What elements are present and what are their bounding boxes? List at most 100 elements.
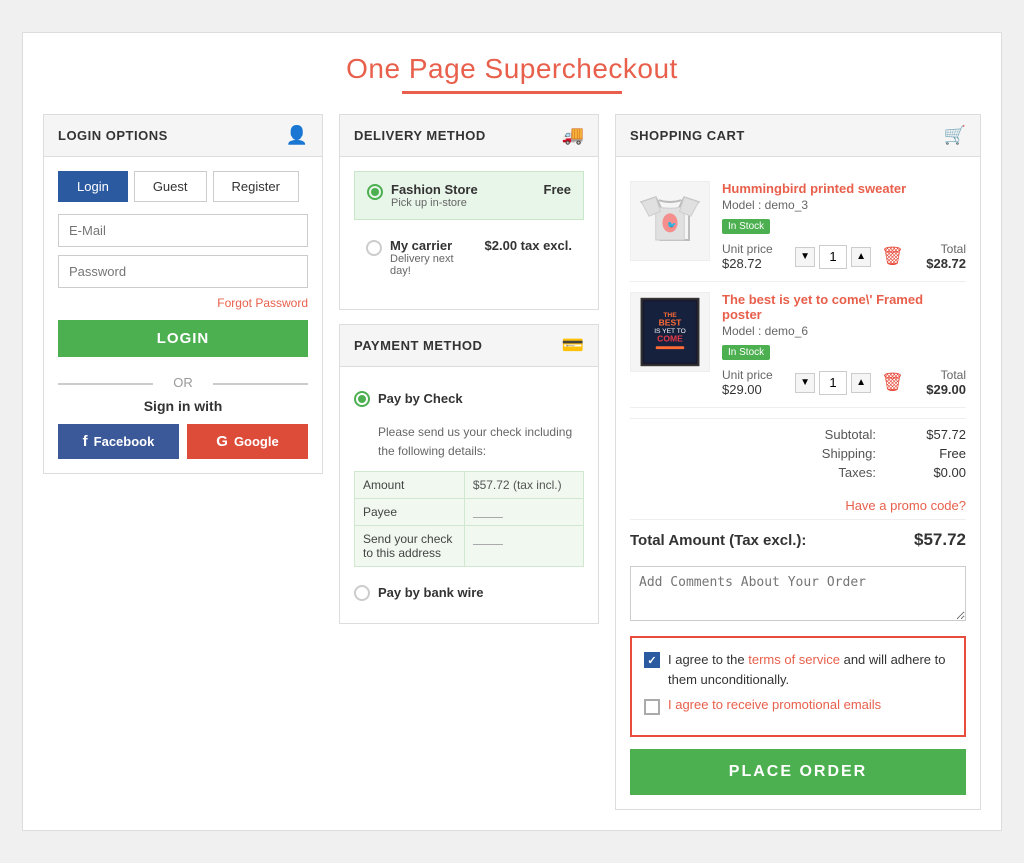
order-comments[interactable] [630,566,966,621]
delivery-info-carrier: My carrier Delivery next day! [390,238,477,277]
in-stock-badge-poster: In Stock [722,345,770,360]
truck-icon: 🚚 [562,125,584,146]
taxes-row: Taxes: $0.00 [630,465,966,480]
total-val-poster: $29.00 [926,382,966,397]
terms-of-service-row: I agree to the terms of service and will… [644,650,952,689]
delivery-panel-header: DELIVERY METHOD 🚚 [340,115,598,157]
total-label-poster: Total [926,368,966,382]
shipping-value: Free [906,446,966,461]
login-tabs: Login Guest Register [58,171,308,202]
qty-control-poster: ▼ ▲ 🗑 [795,371,904,395]
total-col-poster: Total $29.00 [926,368,966,397]
forgot-password-link[interactable]: Forgot Password [58,296,308,310]
google-icon: G [216,433,228,450]
in-stock-badge-sweater: In Stock [722,219,770,234]
cart-item-img-poster: THE BEST IS YET TO COME [630,292,710,372]
qty-up-sweater[interactable]: ▲ [851,247,871,267]
qty-control-sweater: ▼ ▲ 🗑 [795,245,904,269]
promo-email-checkbox[interactable] [644,699,660,715]
login-button[interactable]: LOGIN [58,320,308,357]
password-field[interactable] [58,255,308,288]
page-container: One Page Supercheckout LOGIN OPTIONS 👤 L… [22,32,1002,831]
sweater-image: 🐦 [632,183,708,259]
tab-guest[interactable]: Guest [134,171,207,202]
title-underline [402,91,622,94]
check-amount-label: Amount [355,472,465,499]
login-panel-title: LOGIN OPTIONS [58,128,168,143]
check-details-table: Amount $57.72 (tax incl.) Payee Send you… [354,471,584,567]
unit-price-label-sweater: Unit price [722,242,773,256]
delivery-option-fashion[interactable]: Fashion Store Pick up in-store Free [354,171,584,220]
unit-price-section-poster: Unit price $29.00 [722,368,773,397]
promo-email-row: I agree to receive promotional emails [644,697,952,715]
check-payee-label: Payee [355,499,465,526]
delivery-option-carrier[interactable]: My carrier Delivery next day! $2.00 tax … [354,228,584,287]
payment-panel-header: PAYMENT METHOD 💳 [340,325,598,367]
delivery-sub-carrier: Delivery next day! [390,253,477,277]
qty-input-poster[interactable] [819,371,847,395]
login-panel-header: LOGIN OPTIONS 👤 [44,115,322,157]
terms-section: I agree to the terms of service and will… [630,636,966,737]
subtotal-value: $57.72 [906,427,966,442]
svg-text:COME: COME [657,334,683,344]
user-icon: 👤 [286,125,308,146]
tab-register[interactable]: Register [213,171,299,202]
facebook-login-button[interactable]: f Facebook [58,424,179,459]
cart-item-details-poster: The best is yet to come\' Framed poster … [722,292,966,397]
cart-item-sweater: 🐦 Hummingbird printed sweater Model : de… [630,171,966,282]
check-payee-value [464,499,583,526]
facebook-icon: f [83,433,88,450]
terms-of-service-link[interactable]: terms of service [748,652,840,667]
radio-my-carrier[interactable] [366,240,382,256]
delivery-price-fashion: Free [544,182,571,197]
payment-panel-body: Pay by Check Please send us your check i… [340,367,598,623]
radio-bank-wire[interactable] [354,585,370,601]
payment-option-bankwire[interactable]: Pay by bank wire [354,575,584,609]
login-panel: LOGIN OPTIONS 👤 Login Guest Register For… [43,114,323,474]
taxes-label: Taxes: [838,465,876,480]
delivery-info-fashion: Fashion Store Pick up in-store [391,182,536,209]
terms-text-1: I agree to the [668,652,748,667]
delete-sweater[interactable]: 🗑 [881,246,904,267]
cart-panel-title: SHOPPING CART [630,128,745,143]
delivery-panel: DELIVERY METHOD 🚚 Fashion Store Pick up … [339,114,599,310]
payment-check-label: Pay by Check [378,391,463,406]
radio-fashion-store[interactable] [367,184,383,200]
shipping-label: Shipping: [822,446,876,461]
radio-pay-by-check[interactable] [354,391,370,407]
email-field[interactable] [58,214,308,247]
promo-code-link[interactable]: Have a promo code? [630,498,966,513]
table-row: Amount $57.72 (tax incl.) [355,472,584,499]
tab-login[interactable]: Login [58,171,128,202]
total-amount-value: $57.72 [914,530,966,550]
cart-totals: Subtotal: $57.72 Shipping: Free Taxes: $… [630,418,966,492]
payment-panel-title: PAYMENT METHOD [354,338,482,353]
qty-down-sweater[interactable]: ▼ [795,247,815,267]
payment-bankwire-label: Pay by bank wire [378,585,484,600]
table-row: Payee [355,499,584,526]
qty-input-sweater[interactable] [819,245,847,269]
terms-text: I agree to the terms of service and will… [668,650,952,689]
google-login-button[interactable]: G Google [187,424,308,459]
unit-price-val-sweater: $28.72 [722,256,773,271]
taxes-value: $0.00 [906,465,966,480]
cart-item-img-sweater: 🐦 [630,181,710,261]
cart-item-row-sweater: Unit price $28.72 ▼ ▲ 🗑 Total [722,242,966,271]
cart-panel: SHOPPING CART 🛒 [615,114,981,810]
terms-checkbox[interactable] [644,652,660,668]
qty-down-poster[interactable]: ▼ [795,373,815,393]
place-order-button[interactable]: PLACE ORDER [630,749,966,795]
payment-option-check[interactable]: Pay by Check [354,381,584,415]
delivery-sub-fashion: Pick up in-store [391,197,536,209]
delete-poster[interactable]: 🗑 [881,372,904,393]
unit-price-section-sweater: Unit price $28.72 [722,242,773,271]
cart-item-name-sweater: Hummingbird printed sweater [722,181,966,196]
unit-price-val-poster: $29.00 [722,382,773,397]
payment-panel: PAYMENT METHOD 💳 Pay by Check Please sen… [339,324,599,624]
total-amount-label: Total Amount (Tax excl.): [630,532,806,549]
cart-item-name-poster: The best is yet to come\' Framed poster [722,292,966,322]
promo-email-text: I agree to receive promotional emails [668,697,881,712]
cart-item-model-poster: Model : demo_6 [722,324,966,338]
qty-up-poster[interactable]: ▲ [851,373,871,393]
unit-price-label-poster: Unit price [722,368,773,382]
